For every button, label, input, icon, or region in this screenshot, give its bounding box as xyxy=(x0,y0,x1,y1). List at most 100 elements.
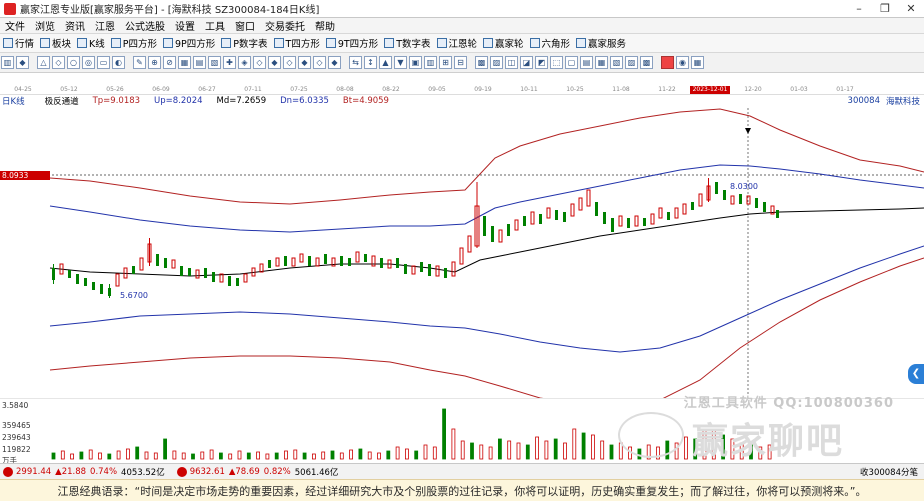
drawing-tool-icon[interactable]: ▧ xyxy=(610,56,623,69)
toolbar-quote-button[interactable]: 行情 xyxy=(0,36,37,50)
menu-window[interactable]: 窗口 xyxy=(230,18,260,33)
drawing-tool-icon[interactable]: △ xyxy=(37,56,50,69)
toolbar-t-number-table-button[interactable]: T数字表 xyxy=(381,36,433,50)
drawing-tool-icon[interactable]: ◉ xyxy=(676,56,689,69)
toolbar-gann-wheel-button[interactable]: 江恩轮 xyxy=(434,36,481,50)
menu-file[interactable]: 文件 xyxy=(0,18,30,33)
date-label: 06-09 xyxy=(152,86,170,93)
toolbar-hexagon-button[interactable]: 六角形 xyxy=(527,36,574,50)
drawing-tool-icon[interactable]: ◇ xyxy=(283,56,296,69)
drawing-tool-icon[interactable]: ⊟ xyxy=(454,56,467,69)
menu-help[interactable]: 帮助 xyxy=(310,18,340,33)
drawing-tool-icon[interactable]: ↕ xyxy=(364,56,377,69)
volume-bar xyxy=(51,452,56,460)
drawing-tool-icon[interactable]: ⊘ xyxy=(163,56,176,69)
drawing-tool-icon[interactable]: ▥ xyxy=(424,56,437,69)
drawing-tool-icon[interactable]: ◇ xyxy=(253,56,266,69)
toolbar-t-square-button[interactable]: T四方形 xyxy=(271,36,323,50)
drawing-tool-icon[interactable]: ◇ xyxy=(52,56,65,69)
volume-bar xyxy=(609,444,614,460)
toolbar-service-button[interactable]: 赢家服务 xyxy=(573,36,629,50)
toolbar-winner-wheel-button[interactable]: 赢家轮 xyxy=(480,36,527,50)
kline-chart-svg[interactable]: 8.0300 5.6700 xyxy=(0,108,924,407)
drawing-tool-icon[interactable]: ▦ xyxy=(178,56,191,69)
sz-index-value: 9632.61 xyxy=(189,466,225,477)
number-table-icon xyxy=(221,38,232,48)
drawing-tool-icon[interactable]: ◪ xyxy=(520,56,533,69)
drawing-tool-icon[interactable]: ✎ xyxy=(133,56,146,69)
restore-icon[interactable]: ❐ xyxy=(872,0,898,17)
indicator-name: 极反通道 xyxy=(44,97,79,107)
t-square9-icon xyxy=(325,38,336,48)
drawing-tool-icon[interactable]: ◆ xyxy=(328,56,341,69)
sector-icon xyxy=(40,38,51,48)
menu-formula[interactable]: 公式选股 xyxy=(120,18,170,33)
volume-bar xyxy=(218,452,223,460)
collapse-arrow-button[interactable]: ❮ xyxy=(908,364,924,384)
menu-browse[interactable]: 浏览 xyxy=(30,18,60,33)
quote-icon xyxy=(3,38,13,48)
drawing-tool-icon[interactable]: ▦ xyxy=(691,56,704,69)
menu-gann[interactable]: 江恩 xyxy=(90,18,120,33)
toolbar-kline-button[interactable]: K线 xyxy=(74,36,108,50)
drawing-tool-icon[interactable]: ◆ xyxy=(298,56,311,69)
toolbar-square9-button[interactable]: 9P四方形 xyxy=(160,36,218,50)
drawing-tool-icon[interactable]: ▼ xyxy=(394,56,407,69)
drawing-tool-icon[interactable]: ▢ xyxy=(565,56,578,69)
drawing-tool-icon[interactable]: ○ xyxy=(67,56,80,69)
drawing-tool-icon[interactable]: ▦ xyxy=(595,56,608,69)
close-icon[interactable]: ✕ xyxy=(898,0,924,17)
drawing-tool-icon[interactable]: ▧ xyxy=(208,56,221,69)
volume-bar xyxy=(525,444,530,460)
volume-bar xyxy=(293,449,298,460)
drawing-tool-icon[interactable]: ◫ xyxy=(505,56,518,69)
drawing-tool-icon[interactable]: ▲ xyxy=(379,56,392,69)
drawing-tool-icon[interactable]: ▨ xyxy=(625,56,638,69)
drawing-tool-icon[interactable]: ▤ xyxy=(580,56,593,69)
low-annotation: 5.6700 xyxy=(120,291,148,300)
drawing-tool-icon[interactable]: ◈ xyxy=(238,56,251,69)
period-tag[interactable]: 日K线 xyxy=(2,95,25,107)
drawing-tool-icon[interactable]: ✚ xyxy=(223,56,236,69)
volume-bar xyxy=(497,438,502,460)
drawing-tool-icon[interactable]: ⊞ xyxy=(439,56,452,69)
date-label-highlight: 2023-12-01 xyxy=(690,86,730,94)
drawing-tool-icon[interactable]: ▤ xyxy=(193,56,206,69)
volume-bar xyxy=(470,442,474,460)
drawing-tool-icon[interactable]: ◐ xyxy=(112,56,125,69)
menu-settings[interactable]: 设置 xyxy=(170,18,200,33)
drawing-tool-icon[interactable]: ◆ xyxy=(16,56,29,69)
kline-chart-area[interactable]: 8.0300 5.6700 8.0933 xyxy=(0,108,924,407)
volume-bar xyxy=(70,453,74,460)
drawing-tool-icon[interactable]: ▥ xyxy=(1,56,14,69)
toolbar-t-square9-button[interactable]: 9T四方形 xyxy=(323,36,381,50)
toolbar-sector-button[interactable]: 板块 xyxy=(37,36,74,50)
color-wheel-icon[interactable] xyxy=(661,56,674,69)
volume-bar xyxy=(144,451,149,460)
drawing-tool-icon[interactable]: ▩ xyxy=(475,56,488,69)
drawing-tool-icon[interactable]: ◆ xyxy=(268,56,281,69)
window-title: 赢家江恩专业版[赢家服务平台] - [海默科技 SZ300084-184日K线] xyxy=(20,5,320,16)
toolbar-number-table-button[interactable]: P数字表 xyxy=(218,36,270,50)
toolbar-square-button[interactable]: P四方形 xyxy=(108,36,160,50)
drawing-tool-icon[interactable]: ⊕ xyxy=(148,56,161,69)
drawing-tool-icon[interactable]: ▩ xyxy=(640,56,653,69)
volume-bar xyxy=(404,448,409,460)
drawing-tool-icon[interactable]: ◩ xyxy=(535,56,548,69)
date-label: 01-17 xyxy=(836,86,854,93)
drawing-tool-icon[interactable]: ◎ xyxy=(82,56,95,69)
drawing-tool-icon[interactable]: ⇆ xyxy=(349,56,362,69)
menu-info[interactable]: 资讯 xyxy=(60,18,90,33)
minimize-icon[interactable]: – xyxy=(846,0,872,17)
volume-bar xyxy=(488,446,493,460)
menu-bar: 文件 浏览 资讯 江恩 公式选股 设置 工具 窗口 交易委托 帮助 xyxy=(0,18,924,34)
drawing-tool-icon[interactable]: ⬚ xyxy=(550,56,563,69)
channel-top-line xyxy=(49,108,924,205)
drawing-tool-icon[interactable]: ▨ xyxy=(490,56,503,69)
volume-bar xyxy=(330,450,335,460)
drawing-tool-icon[interactable]: ◇ xyxy=(313,56,326,69)
drawing-tool-icon[interactable]: ▭ xyxy=(97,56,110,69)
drawing-tool-icon[interactable]: ▣ xyxy=(409,56,422,69)
menu-tools[interactable]: 工具 xyxy=(200,18,230,33)
menu-trade[interactable]: 交易委托 xyxy=(260,18,310,33)
